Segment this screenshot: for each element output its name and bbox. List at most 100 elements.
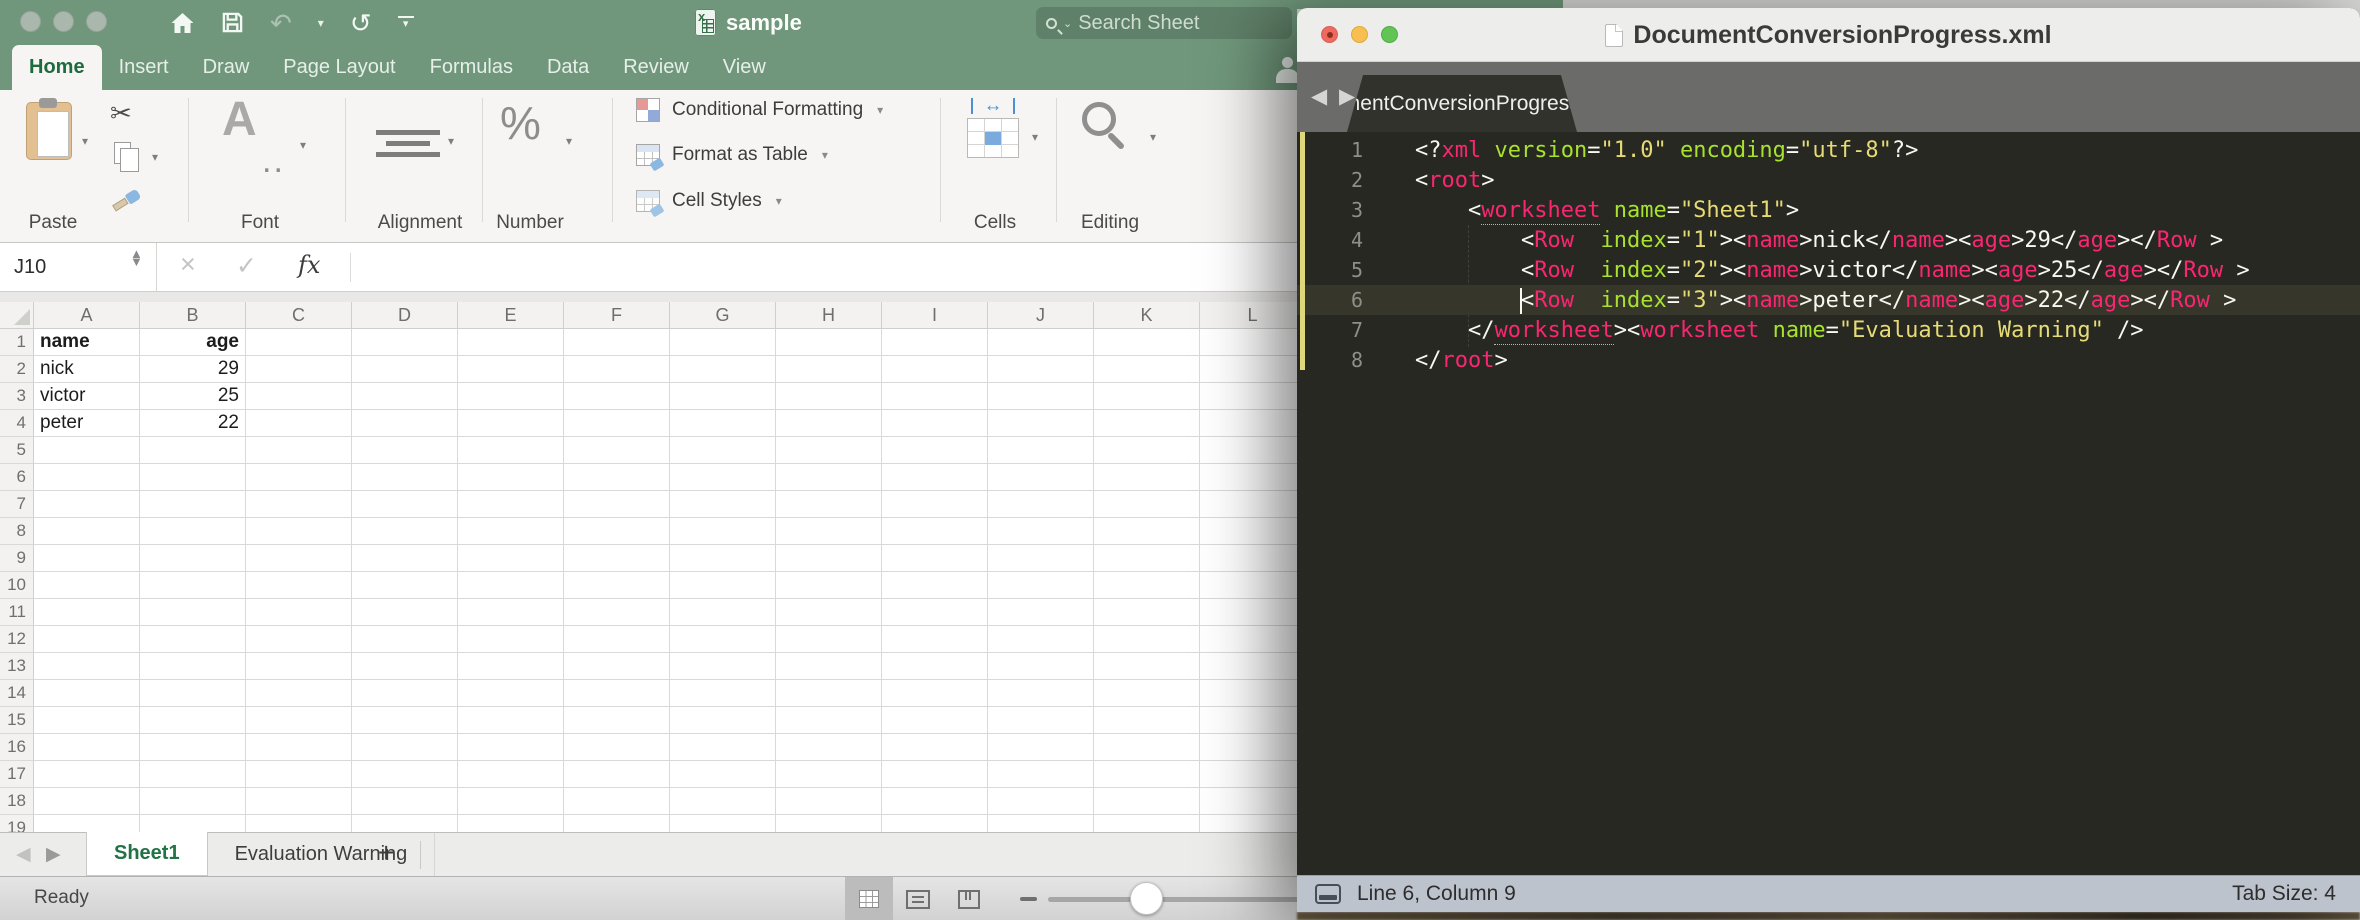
cell-D19[interactable] — [352, 815, 458, 832]
cell-D17[interactable] — [352, 761, 458, 788]
cell-B18[interactable] — [140, 788, 246, 815]
cell-K17[interactable] — [1094, 761, 1200, 788]
minimize-button[interactable] — [53, 11, 74, 32]
cell-F13[interactable] — [564, 653, 670, 680]
alignment-group-icon[interactable] — [375, 124, 441, 163]
cell-E19[interactable] — [458, 815, 564, 832]
cell-L11[interactable] — [1200, 599, 1297, 626]
cell-G11[interactable] — [670, 599, 776, 626]
cell-I5[interactable] — [882, 437, 988, 464]
alignment-caret-icon[interactable]: ▾ — [448, 134, 454, 148]
cell-A10[interactable] — [34, 572, 140, 599]
cell-C7[interactable] — [246, 491, 352, 518]
cell-D11[interactable] — [352, 599, 458, 626]
row-header-16[interactable]: 16 — [0, 734, 34, 761]
cell-F7[interactable] — [564, 491, 670, 518]
cell-J9[interactable] — [988, 545, 1094, 572]
cell-G12[interactable] — [670, 626, 776, 653]
cell-H1[interactable] — [776, 329, 882, 356]
cell-H5[interactable] — [776, 437, 882, 464]
cell-E7[interactable] — [458, 491, 564, 518]
cell-A11[interactable] — [34, 599, 140, 626]
cell-B16[interactable] — [140, 734, 246, 761]
cell-B19[interactable] — [140, 815, 246, 832]
number-label[interactable]: Number — [470, 212, 590, 234]
cell-I18[interactable] — [882, 788, 988, 815]
cell-J5[interactable] — [988, 437, 1094, 464]
paste-icon[interactable] — [26, 102, 72, 160]
cell-F18[interactable] — [564, 788, 670, 815]
code-line-1[interactable]: 1<?xml version="1.0" encoding="utf-8"?> — [1297, 135, 2360, 165]
cell-G7[interactable] — [670, 491, 776, 518]
cell-A17[interactable] — [34, 761, 140, 788]
row-header-10[interactable]: 10 — [0, 572, 34, 599]
cell-I1[interactable] — [882, 329, 988, 356]
cell-E11[interactable] — [458, 599, 564, 626]
font-group-icon[interactable]: A — [222, 92, 255, 147]
cell-J13[interactable] — [988, 653, 1094, 680]
cell-I12[interactable] — [882, 626, 988, 653]
cell-D4[interactable] — [352, 410, 458, 437]
cell-L1[interactable] — [1200, 329, 1297, 356]
cell-L13[interactable] — [1200, 653, 1297, 680]
col-header-K[interactable]: K — [1094, 302, 1200, 329]
cell-K14[interactable] — [1094, 680, 1200, 707]
cell-G3[interactable] — [670, 383, 776, 410]
cell-I17[interactable] — [882, 761, 988, 788]
cell-H14[interactable] — [776, 680, 882, 707]
customize-toolbar-icon[interactable]: ▾ — [398, 16, 414, 29]
cell-G10[interactable] — [670, 572, 776, 599]
paste-label[interactable]: Paste — [8, 212, 98, 234]
cell-K12[interactable] — [1094, 626, 1200, 653]
cell-D6[interactable] — [352, 464, 458, 491]
share-person-icon[interactable] — [1274, 57, 1297, 83]
cell-F1[interactable] — [564, 329, 670, 356]
cell-D7[interactable] — [352, 491, 458, 518]
cell-L2[interactable] — [1200, 356, 1297, 383]
cell-E8[interactable] — [458, 518, 564, 545]
editing-caret-icon[interactable]: ▾ — [1150, 130, 1156, 144]
ribbon-tab-view[interactable]: View — [706, 45, 783, 90]
row-header-6[interactable]: 6 — [0, 464, 34, 491]
cell-J1[interactable] — [988, 329, 1094, 356]
cell-E1[interactable] — [458, 329, 564, 356]
cell-C14[interactable] — [246, 680, 352, 707]
code-line-4[interactable]: 4 <Row index="1"><name>nick</name><age>2… — [1297, 225, 2360, 255]
row-header-14[interactable]: 14 — [0, 680, 34, 707]
ribbon-tab-home[interactable]: Home — [12, 45, 102, 90]
cell-L16[interactable] — [1200, 734, 1297, 761]
cell-D13[interactable] — [352, 653, 458, 680]
cell-J6[interactable] — [988, 464, 1094, 491]
cell-G2[interactable] — [670, 356, 776, 383]
cell-J19[interactable] — [988, 815, 1094, 832]
panel-toggle-icon[interactable] — [1315, 884, 1341, 904]
cell-J18[interactable] — [988, 788, 1094, 815]
cell-C11[interactable] — [246, 599, 352, 626]
cell-A6[interactable] — [34, 464, 140, 491]
cell-K1[interactable] — [1094, 329, 1200, 356]
cell-H16[interactable] — [776, 734, 882, 761]
cell-L15[interactable] — [1200, 707, 1297, 734]
cell-E13[interactable] — [458, 653, 564, 680]
cell-B11[interactable] — [140, 599, 246, 626]
code-line-8[interactable]: 8</root> — [1297, 345, 2360, 375]
cell-G19[interactable] — [670, 815, 776, 832]
zoom-slider-knob[interactable] — [1130, 882, 1163, 915]
row-header-12[interactable]: 12 — [0, 626, 34, 653]
cell-I11[interactable] — [882, 599, 988, 626]
cell-E5[interactable] — [458, 437, 564, 464]
number-caret-icon[interactable]: ▾ — [566, 134, 572, 148]
spreadsheet-grid[interactable]: ABCDEFGHIJKL 1nameage2nick293victor254pe… — [0, 302, 1297, 832]
copy-icon[interactable] — [114, 142, 131, 164]
col-header-F[interactable]: F — [564, 302, 670, 329]
select-all-corner[interactable] — [0, 302, 34, 329]
cell-K19[interactable] — [1094, 815, 1200, 832]
cell-F19[interactable] — [564, 815, 670, 832]
cancel-icon[interactable]: × — [180, 249, 196, 280]
cell-J15[interactable] — [988, 707, 1094, 734]
cell-B5[interactable] — [140, 437, 246, 464]
cell-E18[interactable] — [458, 788, 564, 815]
cell-J16[interactable] — [988, 734, 1094, 761]
cell-G18[interactable] — [670, 788, 776, 815]
row-header-19[interactable]: 19 — [0, 815, 34, 832]
